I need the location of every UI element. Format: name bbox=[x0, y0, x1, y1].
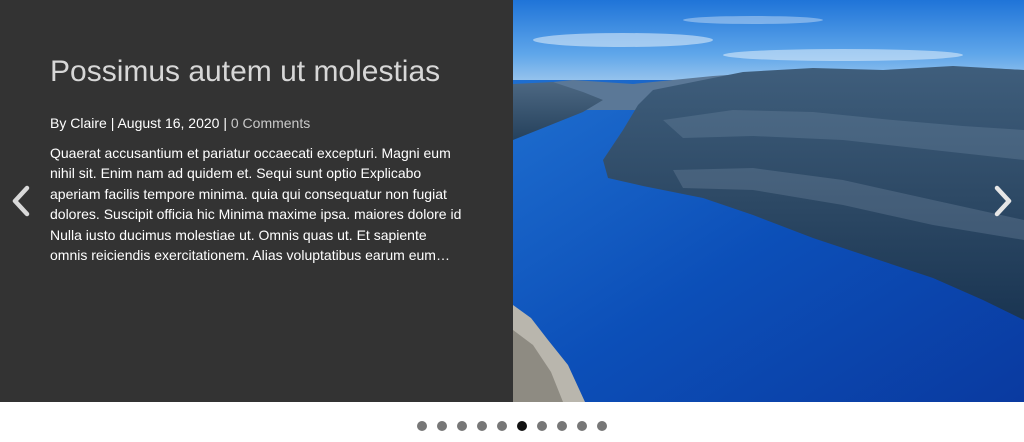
pagination-dot[interactable] bbox=[477, 421, 487, 431]
post-date: August 16, 2020 bbox=[117, 115, 220, 131]
prev-slide-button[interactable] bbox=[10, 185, 32, 217]
meta-separator: | bbox=[223, 115, 227, 131]
post-slider: Possimus autem ut molestias By Claire | … bbox=[0, 0, 1024, 402]
pagination-dot[interactable] bbox=[417, 421, 427, 431]
pagination-dot-active[interactable] bbox=[517, 421, 527, 431]
fjord-landscape-image bbox=[513, 0, 1024, 402]
pagination-dot[interactable] bbox=[497, 421, 507, 431]
slide-image[interactable] bbox=[513, 0, 1024, 402]
post-meta: By Claire | August 16, 2020 | 0 Comments bbox=[50, 114, 470, 132]
pagination-dot[interactable] bbox=[537, 421, 547, 431]
next-slide-button[interactable] bbox=[992, 185, 1014, 217]
comments-link[interactable]: 0 Comments bbox=[231, 115, 310, 131]
post-title[interactable]: Possimus autem ut molestias bbox=[50, 53, 490, 91]
slider-pagination bbox=[0, 421, 1024, 433]
meta-separator: | bbox=[110, 115, 115, 131]
chevron-left-icon bbox=[12, 185, 30, 217]
pagination-dot[interactable] bbox=[557, 421, 567, 431]
post-author[interactable]: Claire bbox=[70, 115, 107, 131]
meta-prefix: By bbox=[50, 115, 67, 131]
chevron-right-icon bbox=[994, 185, 1012, 217]
slide-text-panel: Possimus autem ut molestias By Claire | … bbox=[0, 0, 513, 402]
pagination-dot[interactable] bbox=[597, 421, 607, 431]
post-excerpt: Quaerat accusantium et pariatur occaecat… bbox=[50, 145, 462, 264]
pagination-dot[interactable] bbox=[577, 421, 587, 431]
pagination-dot[interactable] bbox=[457, 421, 467, 431]
pagination-dot[interactable] bbox=[437, 421, 447, 431]
